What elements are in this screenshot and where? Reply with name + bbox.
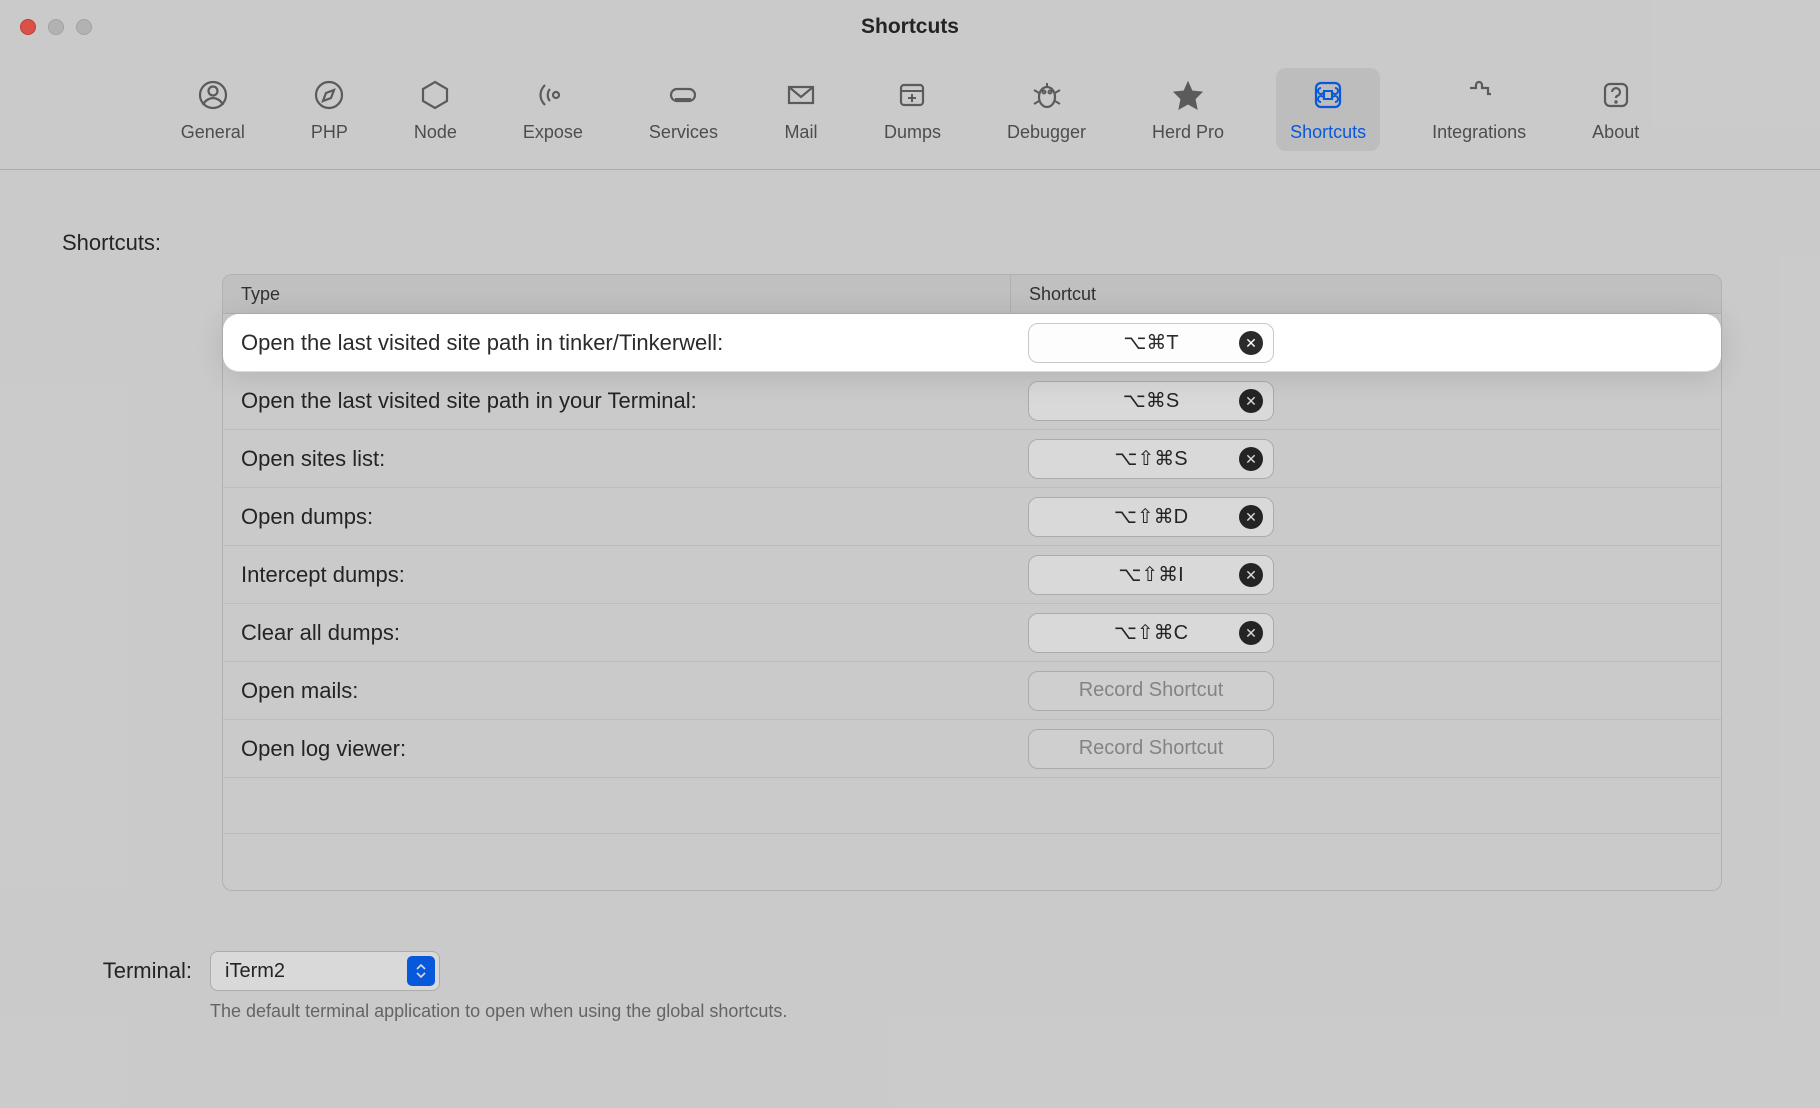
clear-shortcut-icon[interactable]: ✕ [1239,331,1263,355]
hexagon-icon [418,78,452,112]
star-icon [1171,78,1205,112]
tab-mail[interactable]: Mail [770,68,832,151]
tab-php[interactable]: PHP [297,68,362,151]
shortcut-label: Clear all dumps: [233,620,1021,646]
tab-label: Shortcuts [1290,122,1366,143]
compass-icon [312,78,346,112]
column-header-shortcut: Shortcut [1011,284,1721,305]
user-circle-icon [196,78,230,112]
shortcut-label: Open mails: [233,678,1021,704]
tab-label: Expose [523,122,583,143]
tab-about[interactable]: About [1578,68,1653,151]
clear-shortcut-icon[interactable]: ✕ [1239,505,1263,529]
shortcut-label: Open sites list: [233,446,1021,472]
window-minimize-button[interactable] [48,19,64,35]
shortcut-row-tinkerwell: Open the last visited site path in tinke… [223,314,1721,372]
shortcut-recorder[interactable]: ⌥⌘T ✕ [1028,323,1274,363]
tab-label: Dumps [884,122,941,143]
window-zoom-button[interactable] [76,19,92,35]
shortcut-recorder[interactable]: ⌥⇧⌘C ✕ [1028,613,1274,653]
content-area: Shortcuts: Type Shortcut Open the last v… [0,170,1820,1022]
tab-node[interactable]: Node [400,68,471,151]
shortcut-label: Open the last visited site path in your … [233,388,1021,414]
terminal-hint: The default terminal application to open… [210,1001,1758,1022]
clear-shortcut-icon[interactable]: ✕ [1239,447,1263,471]
shortcut-row-terminal: Open the last visited site path in your … [223,372,1721,430]
shortcut-placeholder: Record Shortcut [1079,737,1224,760]
tab-shortcuts[interactable]: Shortcuts [1276,68,1380,151]
server-icon [666,78,700,112]
broadcast-icon [536,78,570,112]
terminal-label: Terminal: [62,958,192,984]
shortcut-label: Open dumps: [233,504,1021,530]
tab-herdpro[interactable]: Herd Pro [1138,68,1238,151]
window-controls [0,19,92,35]
clear-shortcut-icon[interactable]: ✕ [1239,621,1263,645]
tab-label: General [181,122,245,143]
tab-dumps[interactable]: Dumps [870,68,955,151]
tab-label: Debugger [1007,122,1086,143]
preferences-toolbar: General PHP Node Expose Services Mail [0,54,1820,170]
select-chevrons-icon [407,956,435,986]
shortcut-keys: ⌥⇧⌘I [1118,562,1183,587]
shortcut-row-clear-dumps: Clear all dumps: ⌥⇧⌘C ✕ [223,604,1721,662]
question-icon [1599,78,1633,112]
tab-debugger[interactable]: Debugger [993,68,1100,151]
tab-label: Services [649,122,718,143]
puzzle-icon [1462,78,1496,112]
bug-icon [1030,78,1064,112]
column-header-type: Type [223,275,1011,313]
terminal-row: Terminal: iTerm2 [62,951,1758,991]
shortcut-recorder[interactable]: Record Shortcut [1028,671,1274,711]
window-title: Shortcuts [0,15,1820,39]
tab-label: Mail [784,122,817,143]
tab-label: About [1592,122,1639,143]
shortcuts-pane: Type Shortcut Open the last visited site… [222,274,1722,891]
terminal-select[interactable]: iTerm2 [210,951,440,991]
tab-label: PHP [311,122,348,143]
shortcut-row-open-mails: Open mails: Record Shortcut [223,662,1721,720]
table-empty-spacer [223,778,1721,834]
shortcuts-table-body: Open the last visited site path in tinke… [222,314,1722,891]
shortcuts-table-header: Type Shortcut [222,274,1722,314]
shortcut-keys: ⌥⇧⌘S [1114,446,1187,471]
sparkle-box-icon [895,78,929,112]
shortcut-row-sites-list: Open sites list: ⌥⇧⌘S ✕ [223,430,1721,488]
tab-expose[interactable]: Expose [509,68,597,151]
clear-shortcut-icon[interactable]: ✕ [1239,389,1263,413]
tab-label: Node [414,122,457,143]
shortcut-placeholder: Record Shortcut [1079,679,1224,702]
shortcut-label: Open log viewer: [233,736,1021,762]
shortcut-keys: ⌥⇧⌘D [1114,504,1188,529]
shortcut-recorder[interactable]: ⌥⌘S ✕ [1028,381,1274,421]
window-close-button[interactable] [20,19,36,35]
shortcut-keys: ⌥⌘T [1123,330,1178,355]
command-icon [1311,78,1345,112]
tab-general[interactable]: General [167,68,259,151]
shortcut-row-intercept-dumps: Intercept dumps: ⌥⇧⌘I ✕ [223,546,1721,604]
shortcuts-section-label: Shortcuts: [62,230,1758,256]
shortcut-recorder[interactable]: ⌥⇧⌘S ✕ [1028,439,1274,479]
shortcut-row-log-viewer: Open log viewer: Record Shortcut [223,720,1721,778]
tab-label: Integrations [1432,122,1526,143]
shortcut-recorder[interactable]: ⌥⇧⌘I ✕ [1028,555,1274,595]
tab-services[interactable]: Services [635,68,732,151]
terminal-selected-value: iTerm2 [225,960,285,983]
shortcut-row-open-dumps: Open dumps: ⌥⇧⌘D ✕ [223,488,1721,546]
tab-integrations[interactable]: Integrations [1418,68,1540,151]
shortcut-keys: ⌥⌘S [1123,388,1179,413]
shortcut-recorder[interactable]: Record Shortcut [1028,729,1274,769]
clear-shortcut-icon[interactable]: ✕ [1239,563,1263,587]
tab-label: Herd Pro [1152,122,1224,143]
shortcut-label: Intercept dumps: [233,562,1021,588]
envelope-icon [784,78,818,112]
titlebar: Shortcuts [0,0,1820,54]
shortcut-label: Open the last visited site path in tinke… [233,330,1021,356]
shortcut-keys: ⌥⇧⌘C [1114,620,1188,645]
shortcut-recorder[interactable]: ⌥⇧⌘D ✕ [1028,497,1274,537]
